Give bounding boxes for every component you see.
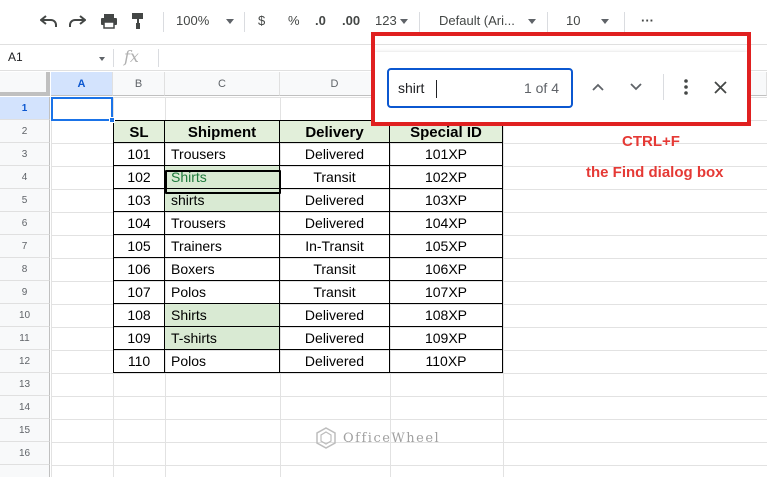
currency-format-button[interactable]: $ bbox=[258, 10, 265, 32]
column-header-a[interactable]: A bbox=[51, 72, 113, 96]
toolbar-divider bbox=[163, 12, 164, 32]
watermark: OfficeWheel bbox=[315, 427, 440, 449]
formula-divider bbox=[158, 49, 159, 67]
row-header-8[interactable]: 8 bbox=[0, 258, 50, 281]
table-header-shipment[interactable]: Shipment bbox=[165, 120, 280, 143]
highlight-frame bbox=[371, 32, 751, 126]
row-header-9[interactable]: 9 bbox=[0, 281, 50, 304]
select-all-corner[interactable] bbox=[0, 72, 50, 96]
table-cell-delivery[interactable]: Delivered bbox=[280, 327, 390, 350]
table-cell-special-id[interactable]: 109XP bbox=[390, 327, 503, 350]
font-size-caret-icon[interactable] bbox=[601, 19, 609, 24]
row-header-4[interactable]: 4 bbox=[0, 166, 50, 189]
table-cell-delivery[interactable]: Delivered bbox=[280, 212, 390, 235]
table-cell-sl[interactable]: 106 bbox=[113, 258, 165, 281]
annotation-description: the Find dialog box bbox=[586, 164, 724, 181]
table-cell-sl[interactable]: 109 bbox=[113, 327, 165, 350]
table-cell-special-id[interactable]: 105XP bbox=[390, 235, 503, 258]
toolbar-divider bbox=[419, 12, 420, 32]
watermark-logo-icon bbox=[316, 427, 336, 449]
table-cell-shipment[interactable]: Boxers bbox=[165, 258, 280, 281]
percent-format-button[interactable]: % bbox=[288, 10, 300, 32]
table-cell-shipment[interactable]: Polos bbox=[165, 281, 280, 304]
row-header-13[interactable]: 13 bbox=[0, 373, 50, 396]
row-header-16[interactable]: 16 bbox=[0, 442, 50, 465]
table-cell-shipment[interactable]: Polos bbox=[165, 350, 280, 373]
table-cell-shipment[interactable]: Trainers bbox=[165, 235, 280, 258]
row-header-6[interactable]: 6 bbox=[0, 212, 50, 235]
undo-icon[interactable] bbox=[37, 9, 61, 33]
more-options-button[interactable]: ··· bbox=[641, 10, 654, 32]
name-box-caret-icon[interactable] bbox=[99, 57, 105, 61]
table-cell-sl[interactable]: 103 bbox=[113, 189, 165, 212]
table-cell-special-id[interactable]: 106XP bbox=[390, 258, 503, 281]
table-cell-sl[interactable]: 107 bbox=[113, 281, 165, 304]
current-match-highlight bbox=[165, 170, 281, 194]
row-header-10[interactable]: 10 bbox=[0, 304, 50, 327]
grid-col-line bbox=[503, 97, 504, 477]
increase-decimal-button[interactable]: .00 bbox=[342, 10, 360, 32]
table-cell-sl[interactable]: 104 bbox=[113, 212, 165, 235]
table-header-sl[interactable]: SL bbox=[113, 120, 165, 143]
table-cell-sl[interactable]: 102 bbox=[113, 166, 165, 189]
table-cell-shipment-match[interactable]: T-shirts bbox=[165, 327, 280, 350]
toolbar-divider bbox=[547, 12, 548, 32]
table-cell-delivery[interactable]: Delivered bbox=[280, 304, 390, 327]
row-header-17[interactable] bbox=[0, 465, 50, 477]
row-header-5[interactable]: 5 bbox=[0, 189, 50, 212]
number-format-button[interactable]: 123 bbox=[375, 10, 397, 32]
row-header-11[interactable]: 11 bbox=[0, 327, 50, 350]
paint-format-icon[interactable] bbox=[126, 9, 150, 33]
table-cell-shipment[interactable]: Trousers bbox=[165, 212, 280, 235]
row-header-7[interactable]: 7 bbox=[0, 235, 50, 258]
table-cell-delivery[interactable]: Transit bbox=[280, 166, 390, 189]
row-header-14[interactable]: 14 bbox=[0, 396, 50, 419]
table-cell-special-id[interactable]: 110XP bbox=[390, 350, 503, 373]
column-header-b[interactable]: B bbox=[113, 72, 165, 96]
font-caret-icon[interactable] bbox=[528, 19, 536, 24]
table-cell-special-id[interactable]: 104XP bbox=[390, 212, 503, 235]
table-cell-sl[interactable]: 105 bbox=[113, 235, 165, 258]
column-header-c[interactable]: C bbox=[165, 72, 280, 96]
print-icon[interactable] bbox=[97, 9, 121, 33]
row-header-1[interactable]: 1 bbox=[0, 97, 50, 120]
table-cell-special-id[interactable]: 103XP bbox=[390, 189, 503, 212]
redo-icon[interactable] bbox=[65, 9, 89, 33]
table-cell-delivery[interactable]: Transit bbox=[280, 258, 390, 281]
fill-handle[interactable] bbox=[109, 117, 115, 123]
table-cell-special-id[interactable]: 107XP bbox=[390, 281, 503, 304]
table-cell-special-id[interactable]: 102XP bbox=[390, 166, 503, 189]
table-cell-shipment[interactable]: Trousers bbox=[165, 143, 280, 166]
toolbar-divider bbox=[624, 12, 625, 32]
table-cell-delivery[interactable]: Transit bbox=[280, 281, 390, 304]
table-cell-shipment-match[interactable]: Shirts bbox=[165, 304, 280, 327]
watermark-text: OfficeWheel bbox=[343, 430, 441, 446]
table-cell-sl[interactable]: 101 bbox=[113, 143, 165, 166]
table-cell-special-id[interactable]: 101XP bbox=[390, 143, 503, 166]
table-cell-sl[interactable]: 110 bbox=[113, 350, 165, 373]
table-cell-delivery[interactable]: Delivered bbox=[280, 189, 390, 212]
fx-icon: fx bbox=[124, 47, 139, 66]
table-cell-delivery[interactable]: Delivered bbox=[280, 143, 390, 166]
zoom-select[interactable]: 100% bbox=[176, 10, 209, 32]
row-header-2[interactable]: 2 bbox=[0, 120, 50, 143]
decrease-decimal-button[interactable]: .0 bbox=[315, 10, 326, 32]
font-size-select[interactable]: 10 bbox=[566, 10, 580, 32]
formula-divider bbox=[113, 49, 114, 67]
number-format-caret-icon[interactable] bbox=[400, 19, 408, 24]
table-cell-special-id[interactable]: 108XP bbox=[390, 304, 503, 327]
table-cell-delivery[interactable]: In-Transit bbox=[280, 235, 390, 258]
row-header-15[interactable]: 15 bbox=[0, 419, 50, 442]
table-cell-sl[interactable]: 108 bbox=[113, 304, 165, 327]
font-family-select[interactable]: Default (Ari... bbox=[439, 10, 515, 32]
name-box[interactable]: A1 bbox=[8, 50, 23, 64]
annotation-shortcut: CTRL+F bbox=[622, 133, 680, 150]
zoom-caret-icon[interactable] bbox=[226, 19, 234, 24]
toolbar-divider bbox=[244, 12, 245, 32]
active-cell-a1[interactable] bbox=[51, 97, 113, 121]
table-cell-delivery[interactable]: Delivered bbox=[280, 350, 390, 373]
row-header-12[interactable]: 12 bbox=[0, 350, 50, 373]
row-header-3[interactable]: 3 bbox=[0, 143, 50, 166]
